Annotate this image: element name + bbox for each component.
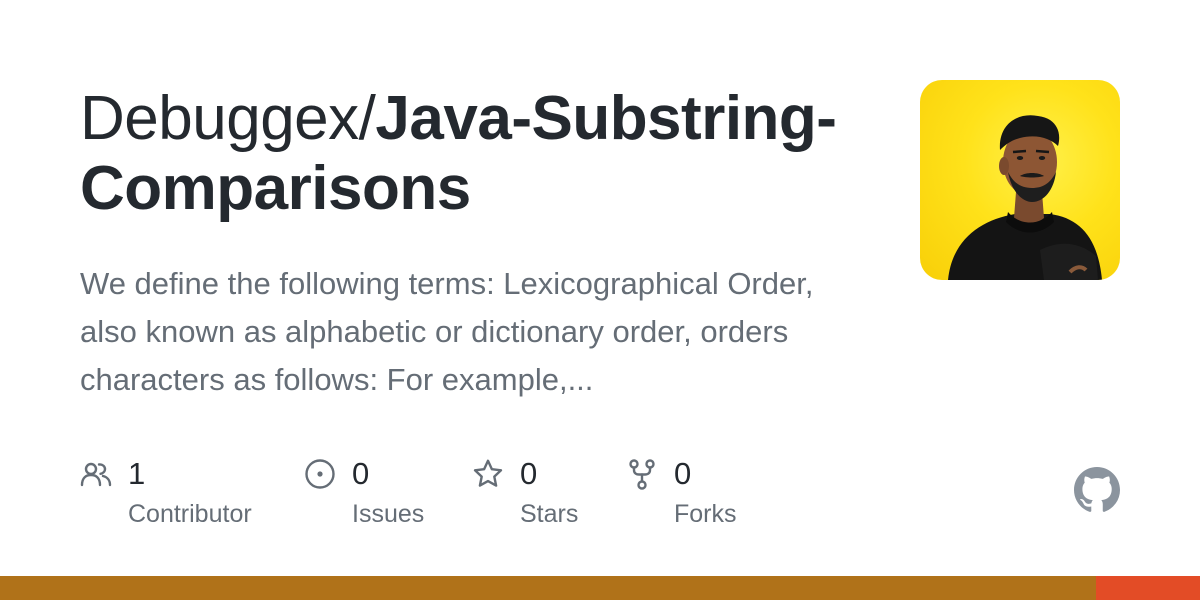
issue-opened-icon	[304, 458, 336, 490]
star-icon	[472, 458, 504, 490]
forks-count: 0	[674, 456, 692, 491]
language-bar-segment	[0, 576, 1096, 600]
owner-avatar	[920, 80, 1120, 280]
stars-count: 0	[520, 456, 538, 491]
repo-owner: Debuggex/	[80, 84, 376, 153]
contributors-label: Contributor	[128, 500, 252, 528]
contributors-count: 1	[128, 456, 146, 491]
repo-title: Debuggex/Java-Substring-Comparisons	[80, 84, 880, 224]
repo-forked-icon	[626, 458, 658, 490]
language-bar-segment	[1095, 576, 1200, 600]
stars-label: Stars	[520, 500, 579, 528]
language-bar	[0, 576, 1200, 600]
issues-count: 0	[352, 456, 370, 491]
avatar-portrait	[948, 115, 1102, 280]
forks-label: Forks	[674, 500, 737, 528]
people-icon	[80, 458, 112, 490]
repo-social-card: Debuggex/Java-Substring-Comparisons We d…	[0, 0, 1200, 600]
github-mark-icon	[1074, 467, 1120, 513]
issues-label: Issues	[352, 500, 425, 528]
repo-description: We define the following terms: Lexicogra…	[80, 266, 814, 397]
